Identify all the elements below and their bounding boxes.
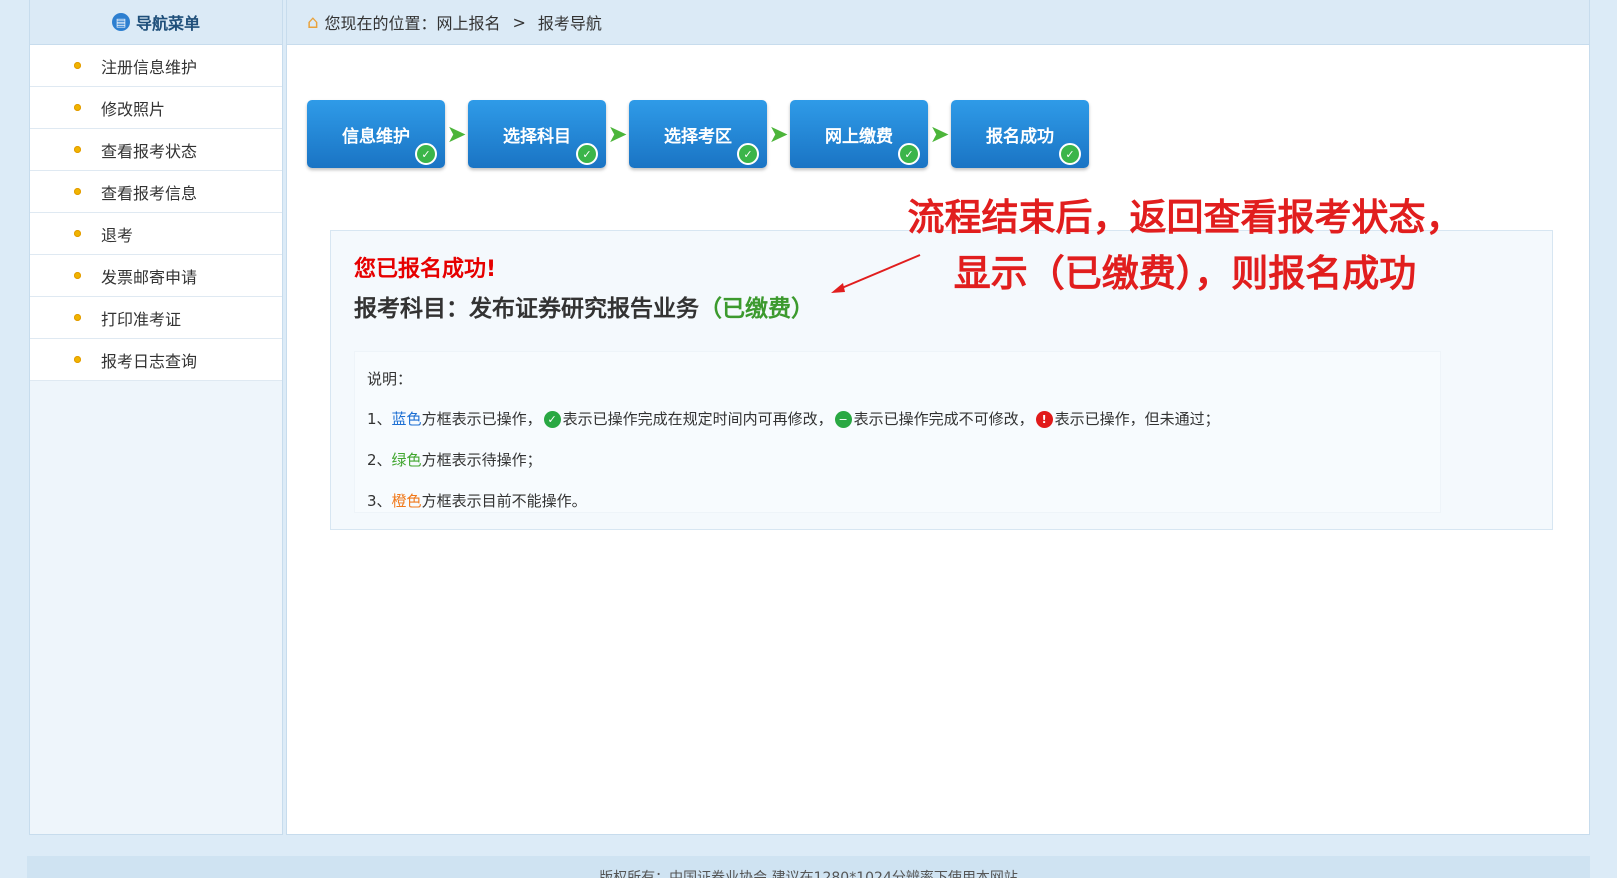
sidebar-title: 导航菜单 — [135, 14, 200, 33]
menu-item-label: 查看报考信息 — [101, 183, 198, 203]
step-select-subject[interactable]: 选择科目 ✓ — [468, 100, 606, 168]
menu-icon: ▤ — [111, 13, 130, 31]
menu-list: 注册信息维护 修改照片 查看报考状态 查看报考信息 退考 发票邮寄申请 打印准考… — [30, 45, 282, 381]
note-text: 表示已操作完成在规定时间内可再修改， — [562, 410, 833, 428]
check-icon: ✓ — [898, 143, 920, 165]
step-flow: 信息维护 ✓ ➤ 选择科目 ✓ ➤ 选择考区 ✓ ➤ 网上缴费 ✓ ➤ 报名成功 ✓ — [307, 100, 1089, 168]
note-line-3: 3、橙色方框表示目前不能操作。 — [367, 490, 587, 511]
step-label: 选择科目 — [503, 126, 571, 147]
breadcrumb-level1[interactable]: 网上报名 — [436, 10, 500, 34]
bullet-icon — [74, 188, 81, 195]
bullet-icon — [74, 104, 81, 111]
note-text: 方框表示目前不能操作。 — [421, 492, 587, 510]
menu-item-label: 退考 — [101, 225, 134, 245]
notes-title: 说明： — [367, 370, 413, 388]
breadcrumb-level2: 报考导航 — [537, 14, 602, 33]
step-select-area[interactable]: 选择考区 ✓ — [629, 100, 767, 168]
check-icon: ✓ — [576, 143, 598, 165]
bullet-icon — [74, 230, 81, 237]
note-text: 方框表示待操作； — [421, 451, 542, 469]
page-frame: ▤ 导航菜单 注册信息维护 修改照片 查看报考状态 查看报考信息 退考 发票邮寄… — [29, 0, 1590, 836]
note-color-orange: 橙色 — [391, 492, 422, 510]
step-info-maintain[interactable]: 信息维护 ✓ — [307, 100, 445, 168]
red-alert-icon: ! — [1035, 411, 1053, 428]
note-color-green: 绿色 — [391, 451, 422, 469]
sidebar: ▤ 导航菜单 注册信息维护 修改照片 查看报考状态 查看报考信息 退考 发票邮寄… — [29, 0, 283, 835]
menu-item-label: 报考日志查询 — [101, 351, 198, 371]
menu-item-invoice-mail[interactable]: 发票邮寄申请 — [30, 255, 282, 297]
footer-text: 版权所有：中国证券业协会 建议在1280*1024分辨率下使用本网站 — [599, 870, 1018, 878]
step-online-payment[interactable]: 网上缴费 ✓ — [790, 100, 928, 168]
step-label: 报名成功 — [986, 126, 1054, 147]
menu-item-log-query[interactable]: 报考日志查询 — [30, 339, 282, 381]
menu-item-label: 修改照片 — [101, 99, 166, 119]
notes-box: 说明： 1、蓝色方框表示已操作， ✓ 表示已操作完成在规定时间内可再修改， − 表示已操… — [354, 351, 1441, 513]
menu-item-label: 查看报考状态 — [101, 141, 198, 161]
step-label: 选择考区 — [664, 126, 732, 147]
green-minus-icon: − — [834, 411, 852, 428]
note-num: 1、 — [367, 410, 392, 428]
bullet-icon — [74, 146, 81, 153]
annotation-line-1: 流程结束后，返回查看报考状态， — [907, 196, 1463, 239]
menu-item-exam-status[interactable]: 查看报考状态 — [30, 129, 282, 171]
annotation-text: 流程结束后，返回查看报考状态， 显示（已缴费），则报名成功 — [880, 190, 1490, 302]
sidebar-header: ▤ 导航菜单 — [30, 0, 282, 45]
subject-prefix: 报考科目： — [354, 296, 469, 322]
subject-line: 报考科目：发布证券研究报告业务（已缴费） — [354, 289, 814, 323]
step-label: 信息维护 — [342, 126, 410, 147]
arrow-right-icon: ➤ — [768, 120, 789, 148]
main-content: ⌂ 您现在的位置： 网上报名 > 报考导航 信息维护 ✓ ➤ 选择科目 ✓ ➤ 选择… — [286, 0, 1590, 835]
breadcrumb-prefix: 您现在的位置： — [324, 14, 437, 33]
green-check-icon: ✓ — [543, 411, 561, 428]
menu-item-label: 注册信息维护 — [101, 57, 198, 77]
footer: 版权所有：中国证券业协会 建议在1280*1024分辨率下使用本网站 — [27, 856, 1590, 878]
bullet-icon — [74, 62, 81, 69]
step-label: 网上缴费 — [825, 126, 893, 147]
bullet-icon — [74, 356, 81, 363]
check-icon: ✓ — [415, 143, 437, 165]
check-icon: ✓ — [1059, 143, 1081, 165]
menu-item-exam-info[interactable]: 查看报考信息 — [30, 171, 282, 213]
menu-item-label: 发票邮寄申请 — [101, 267, 198, 287]
note-num: 3、 — [367, 492, 392, 510]
arrow-right-icon: ➤ — [446, 120, 467, 148]
note-text: 表示已操作，但未通过； — [1054, 410, 1220, 428]
arrow-right-icon: ➤ — [929, 120, 950, 148]
note-line-1: 1、蓝色方框表示已操作， ✓ 表示已操作完成在规定时间内可再修改， − 表示已操作完成不… — [367, 408, 1220, 429]
breadcrumb-separator: > — [512, 12, 526, 32]
menu-item-edit-photo[interactable]: 修改照片 — [30, 87, 282, 129]
menu-item-register-info[interactable]: 注册信息维护 — [30, 45, 282, 87]
menu-item-print-admission[interactable]: 打印准考证 — [30, 297, 282, 339]
note-color-blue: 蓝色 — [391, 410, 422, 428]
bullet-icon — [74, 272, 81, 279]
check-icon: ✓ — [737, 143, 759, 165]
paid-status: （已缴费） — [699, 296, 814, 322]
breadcrumb: ⌂ 您现在的位置： 网上报名 > 报考导航 — [287, 0, 1589, 45]
bullet-icon — [74, 314, 81, 321]
annotation-line-2: 显示（已缴费），则报名成功 — [953, 252, 1417, 295]
success-message: 您已报名成功! — [354, 257, 497, 282]
step-register-success[interactable]: 报名成功 ✓ — [951, 100, 1089, 168]
subject-name: 发布证券研究报告业务 — [469, 296, 699, 322]
note-num: 2、 — [367, 451, 392, 469]
menu-item-withdraw[interactable]: 退考 — [30, 213, 282, 255]
note-line-2: 2、绿色方框表示待操作； — [367, 449, 542, 470]
home-icon: ⌂ — [307, 11, 319, 33]
note-text: 方框表示已操作， — [421, 410, 542, 428]
arrow-right-icon: ➤ — [607, 120, 628, 148]
note-text: 表示已操作完成不可修改， — [853, 410, 1034, 428]
menu-item-label: 打印准考证 — [101, 309, 182, 329]
